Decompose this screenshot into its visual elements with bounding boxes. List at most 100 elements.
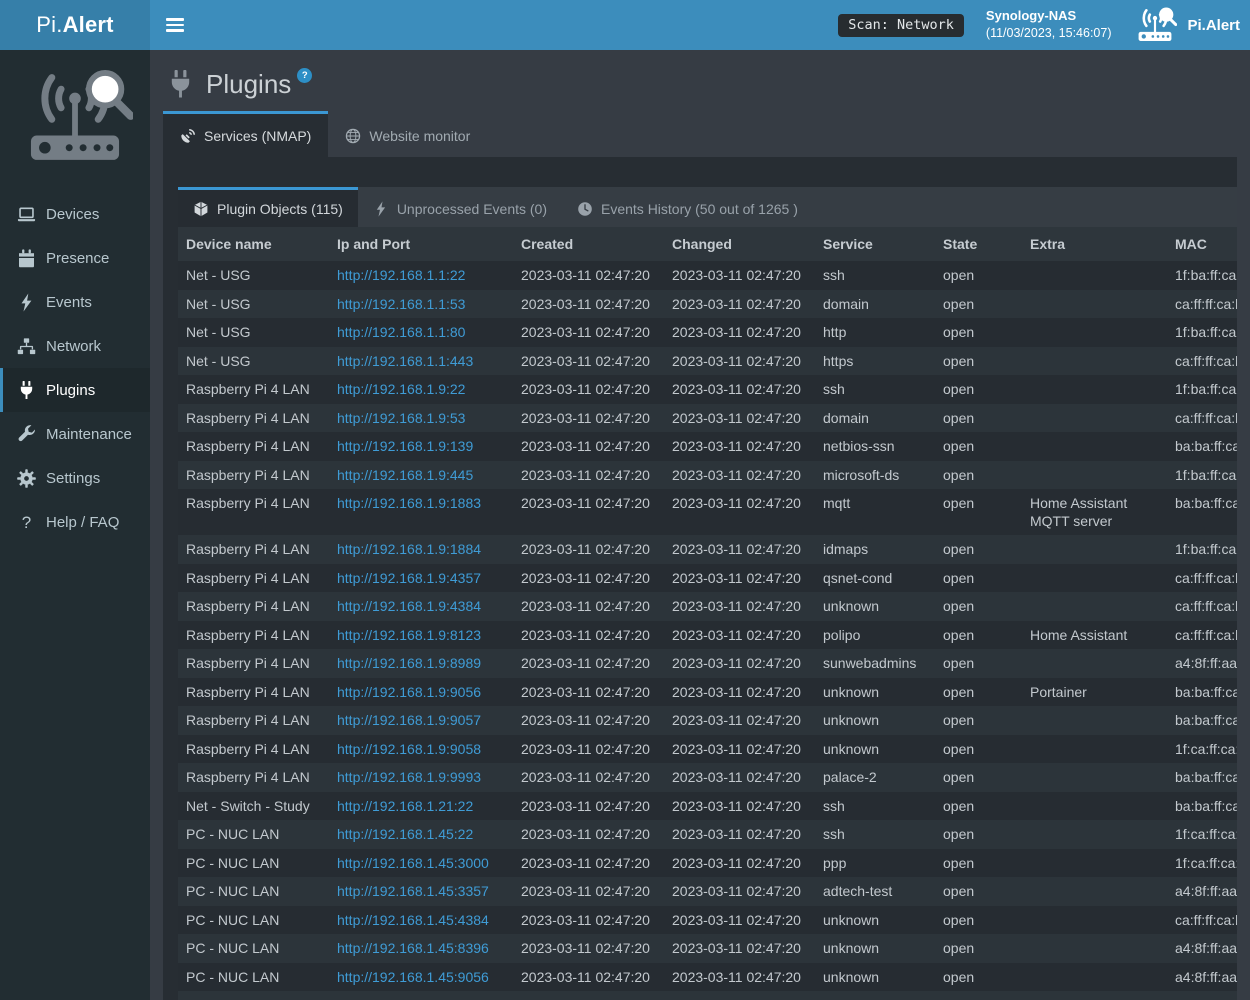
cell-extra xyxy=(1022,849,1167,878)
table-row: Net - USGhttp://192.168.1.1:802023-03-11… xyxy=(178,318,1237,347)
cell-device: Raspberry Pi 4 LAN xyxy=(178,461,329,490)
cell-mac: ba:ba:ff:ca:ba:0c xyxy=(1167,678,1237,707)
cell-state: open xyxy=(935,318,1022,347)
cell-changed: 2023-03-11 02:47:20 xyxy=(664,649,815,678)
table-row: PC - NUC LANhttp://192.168.1.45:43842023… xyxy=(178,906,1237,935)
table-row: Raspberry Pi 4 LAN http://192.168.1.9:188… xyxy=(178,489,1237,535)
cell-service: idmaps xyxy=(815,535,935,564)
table-row: Raspberry Pi 4 LANhttp://192.168.1.9:532… xyxy=(178,404,1237,433)
ip-port-link[interactable]: http://192.168.1.1:53 xyxy=(337,296,465,312)
tab-events-history[interactable]: Events History (50 out of 1265 ) xyxy=(562,187,813,227)
cell-changed: 2023-03-11 02:47:20 xyxy=(664,261,815,290)
ip-port-link[interactable]: http://192.168.1.45:22 xyxy=(337,826,473,842)
cell-url: http://192.168.1.45:4384 xyxy=(329,906,513,935)
cell-service: unknown xyxy=(815,963,935,992)
sidebar-item-plugins[interactable]: Plugins xyxy=(0,368,150,412)
cell-created: 2023-03-11 02:47:20 xyxy=(513,347,664,376)
cell-created: 2023-03-11 02:47:20 xyxy=(513,318,664,347)
cell-state: open xyxy=(935,849,1022,878)
plugin-objects-table: Device nameIp and PortCreatedChangedServ… xyxy=(178,227,1237,1000)
cell-service: sunwebadmins xyxy=(815,649,935,678)
cell-state: open xyxy=(935,763,1022,792)
sidebar-item-maintenance[interactable]: Maintenance xyxy=(0,412,150,456)
tab-website-monitor[interactable]: Website monitor xyxy=(328,111,487,157)
ip-port-link[interactable]: http://192.168.1.9:8123 xyxy=(337,627,481,643)
ip-port-link[interactable]: http://192.168.1.1:80 xyxy=(337,324,465,340)
help-badge[interactable]: ? xyxy=(297,68,312,83)
cell-url: http://192.168.1.9:22 xyxy=(329,375,513,404)
ip-port-link[interactable]: http://192.168.1.45:3000 xyxy=(337,855,489,871)
sidebar-item-settings[interactable]: Settings xyxy=(0,456,150,500)
cell-changed: 2023-03-11 02:47:20 xyxy=(664,735,815,764)
ip-port-link[interactable]: http://192.168.1.45:8396 xyxy=(337,940,489,956)
tab-plugin-objects[interactable]: Plugin Objects (115) xyxy=(178,187,358,227)
cell-device: Net - USG xyxy=(178,347,329,376)
sidebar-item-presence[interactable]: Presence xyxy=(0,236,150,280)
cell-changed: 2023-03-11 02:47:20 xyxy=(664,934,815,963)
ip-port-link[interactable]: http://192.168.1.9:445 xyxy=(337,467,473,483)
cell-url: http://192.168.1.9:1883 xyxy=(329,489,513,535)
ip-port-link[interactable]: http://192.168.1.9:9056 xyxy=(337,684,481,700)
ip-port-link[interactable]: http://192.168.1.9:9057 xyxy=(337,712,481,728)
cell-mac: 1f:ba:ff:ca:ba:34 xyxy=(1167,535,1237,564)
ip-port-link[interactable]: http://192.168.1.1:22 xyxy=(337,267,465,283)
cell-extra xyxy=(1022,535,1167,564)
cell-extra xyxy=(1022,820,1167,849)
ip-port-link[interactable]: http://192.168.1.45:3357 xyxy=(337,883,489,899)
ip-port-link[interactable]: http://192.168.1.9:1883 xyxy=(337,495,481,511)
ip-port-link[interactable]: http://192.168.1.45:9056 xyxy=(337,969,489,985)
table-row: Raspberry Pi 4 LANhttp://192.168.1.9:898… xyxy=(178,649,1237,678)
cell-changed: 2023-03-11 02:47:20 xyxy=(664,706,815,735)
cell-state: open xyxy=(935,820,1022,849)
tab-panel: Plugin Objects (115)Unprocessed Events (… xyxy=(163,157,1237,1000)
ip-port-link[interactable]: http://192.168.1.9:8989 xyxy=(337,655,481,671)
ip-port-link[interactable]: http://192.168.1.9:22 xyxy=(337,381,465,397)
ip-port-link[interactable]: http://192.168.1.1:443 xyxy=(337,353,473,369)
cell-created: 2023-03-11 02:47:20 xyxy=(513,404,664,433)
column-header: Service xyxy=(815,227,935,261)
sidebar-item-label: Presence xyxy=(46,250,109,267)
scan-time: (11/03/2023, 15:46:07) xyxy=(986,26,1112,40)
ip-port-link[interactable]: http://192.168.1.21:22 xyxy=(337,798,473,814)
cell-mac: 1f:ba:ff:ca:ba:34 xyxy=(1167,375,1237,404)
sidebar-item-help[interactable]: ? Help / FAQ xyxy=(0,500,150,544)
brand-suffix: Alert xyxy=(63,12,114,38)
sidebar-item-label: Maintenance xyxy=(46,426,132,443)
ip-port-link[interactable]: http://192.168.1.9:139 xyxy=(337,438,473,454)
cell-device: Raspberry Pi 4 LAN xyxy=(178,489,329,535)
cell-mac: ca:ff:ff:ca:ba:6d xyxy=(1167,906,1237,935)
column-header: Changed xyxy=(664,227,815,261)
sidebar-item-label: Help / FAQ xyxy=(46,514,119,531)
cell-state: open xyxy=(935,489,1022,535)
sidebar-item-network[interactable]: Network xyxy=(0,324,150,368)
ip-port-link[interactable]: http://192.168.1.45:4384 xyxy=(337,912,489,928)
column-header: State xyxy=(935,227,1022,261)
table-row: Raspberry Pi 4 LANhttp://192.168.1.9:188… xyxy=(178,535,1237,564)
sidebar-item-events[interactable]: Events xyxy=(0,280,150,324)
question-icon: ? xyxy=(17,513,36,532)
cell-service: palace-2 xyxy=(815,763,935,792)
cell-created: 2023-03-11 02:47:20 xyxy=(513,763,664,792)
bolt-icon xyxy=(17,293,36,312)
table-header: Device nameIp and PortCreatedChangedServ… xyxy=(178,227,1237,261)
cell-service: polipo xyxy=(815,621,935,650)
brand-logo[interactable]: Pi.Alert xyxy=(0,0,150,50)
ip-port-link[interactable]: http://192.168.1.9:53 xyxy=(337,410,465,426)
ip-port-link[interactable]: http://192.168.1.9:9058 xyxy=(337,741,481,757)
tab-services-nmap[interactable]: Services (NMAP) xyxy=(163,111,328,157)
cell-created: 2023-03-11 02:47:20 xyxy=(513,877,664,906)
tab-unprocessed-events[interactable]: Unprocessed Events (0) xyxy=(358,187,562,227)
ip-port-link[interactable]: http://192.168.1.9:9993 xyxy=(337,769,481,785)
cube-icon xyxy=(193,201,209,217)
cell-changed: 2023-03-11 02:47:20 xyxy=(664,592,815,621)
cell-state: open xyxy=(935,706,1022,735)
ip-port-link[interactable]: http://192.168.1.9:4357 xyxy=(337,570,481,586)
sidebar-toggle-icon[interactable] xyxy=(166,18,184,32)
cell-url: http://192.168.1.9:9057 xyxy=(329,706,513,735)
cell-changed: 2023-03-11 02:47:20 xyxy=(664,792,815,821)
ip-port-link[interactable]: http://192.168.1.9:4384 xyxy=(337,598,481,614)
ip-port-link[interactable]: http://192.168.1.9:1884 xyxy=(337,541,481,557)
sidebar-item-label: Network xyxy=(46,338,101,355)
sidebar-item-devices[interactable]: Devices xyxy=(0,192,150,236)
cell-created: 2023-03-11 02:47:20 xyxy=(513,290,664,319)
